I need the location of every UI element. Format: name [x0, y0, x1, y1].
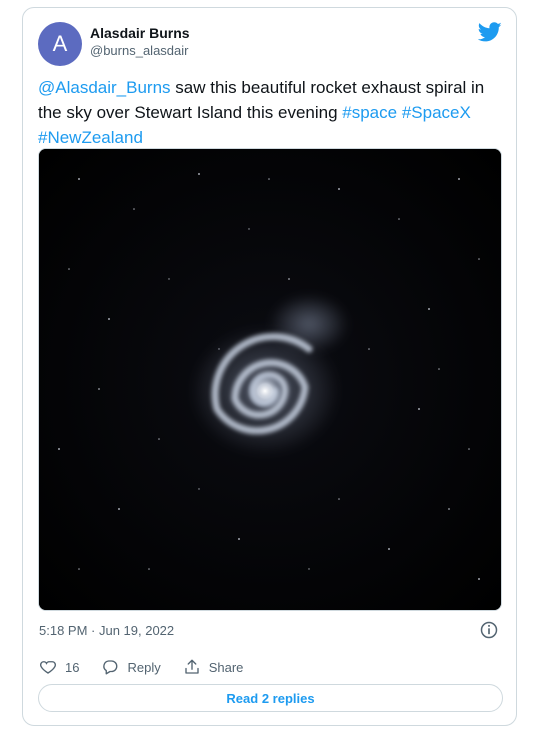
like-count: 16 [65, 659, 80, 675]
hashtag-newzealand[interactable]: #NewZealand [38, 128, 143, 147]
tweet-card: A Alasdair Burns @burns_alasdair @Alasda… [22, 7, 517, 726]
share-label: Share [208, 659, 244, 675]
reply-button[interactable]: Reply [101, 658, 161, 676]
action-bar: 16 Reply Share [39, 656, 265, 678]
tweet-photo[interactable] [38, 148, 502, 611]
timestamp[interactable]: 5:18 PM · Jun 19, 2022 [39, 623, 174, 638]
hashtag-space[interactable]: #space [342, 103, 397, 122]
heart-icon [40, 661, 56, 674]
share-icon [185, 659, 199, 674]
info-icon[interactable] [479, 620, 499, 640]
tweet-text: @Alasdair_Burns saw this beautiful rocke… [38, 75, 508, 150]
share-button[interactable]: Share [183, 658, 244, 676]
reply-bubble-icon [103, 660, 118, 675]
twitter-bird-icon[interactable] [478, 20, 502, 44]
mention-link[interactable]: @Alasdair_Burns [38, 78, 171, 97]
read-replies-button[interactable]: Read 2 replies [38, 684, 503, 712]
like-button[interactable]: 16 [39, 658, 79, 676]
author-name[interactable]: Alasdair Burns [90, 25, 190, 41]
avatar[interactable]: A [38, 22, 82, 66]
spiral-photo-image [39, 149, 501, 610]
author-handle[interactable]: @burns_alasdair [90, 43, 188, 58]
reply-label: Reply [127, 659, 161, 675]
hashtag-spacex[interactable]: #SpaceX [402, 103, 471, 122]
